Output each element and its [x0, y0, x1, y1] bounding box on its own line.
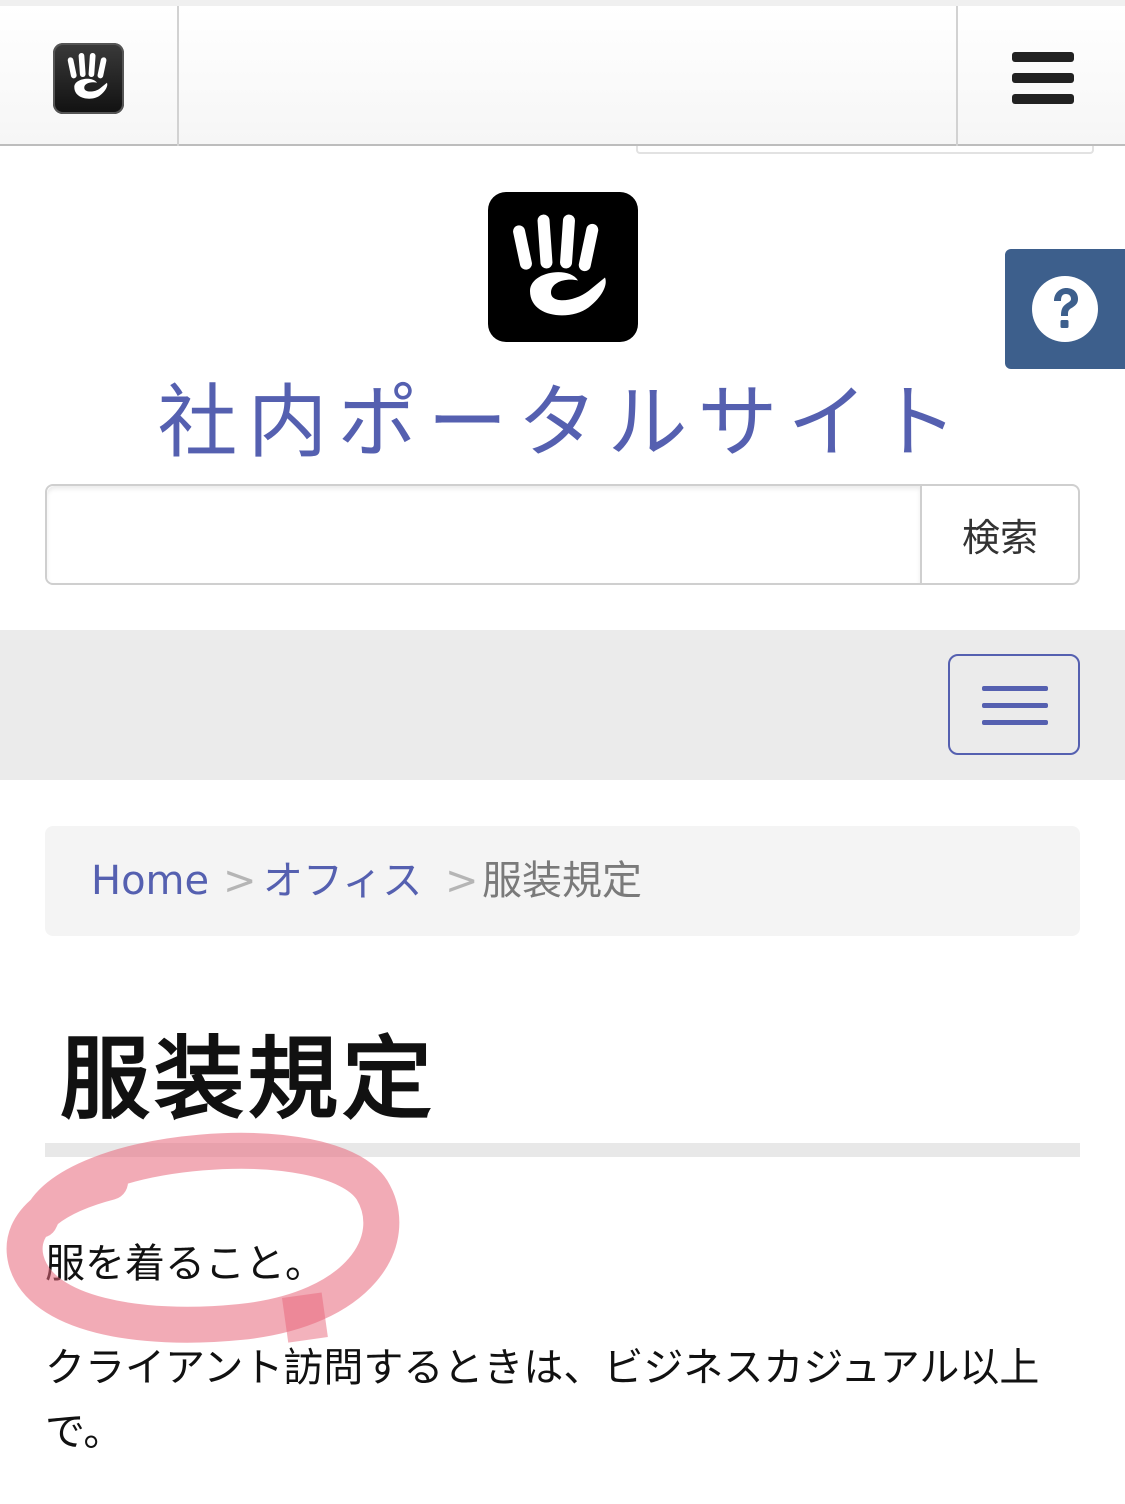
toolbar-logo-cell — [0, 6, 179, 146]
search-input[interactable] — [47, 486, 920, 583]
breadcrumb-separator: > — [223, 858, 257, 904]
title-divider — [45, 1143, 1080, 1157]
concrete5-hand-icon — [513, 214, 606, 316]
nav-toggle-button[interactable] — [948, 654, 1080, 755]
breadcrumb-current: 服装規定 — [482, 858, 642, 904]
help-button[interactable] — [1005, 249, 1125, 369]
content-paragraph: 服を着ること。 — [45, 1241, 325, 1287]
hamburger-icon[interactable] — [1012, 52, 1074, 104]
breadcrumb: Home > オフィス > 服装規定 — [45, 826, 1080, 936]
content-paragraph: クライアント訪問するときは、ビジネスカジュアル以上で。 — [45, 1345, 1040, 1455]
breadcrumb-home-link[interactable]: Home — [91, 856, 209, 906]
top-toolbar — [0, 0, 1125, 146]
search-button[interactable]: 検索 — [920, 486, 1078, 583]
breadcrumb-separator: > — [445, 858, 479, 904]
search-form: 検索 — [45, 484, 1080, 585]
breadcrumb-office-link[interactable]: オフィス — [263, 856, 422, 906]
hamburger-icon — [982, 686, 1048, 691]
toolbar-menu-cell — [956, 6, 1125, 146]
toolbar-shadow-tab — [636, 146, 1094, 154]
site-title[interactable]: 社内ポータルサイト — [0, 375, 1125, 471]
site-logo[interactable] — [488, 192, 638, 342]
question-circle-icon — [1032, 276, 1098, 342]
concrete5-hand-icon[interactable] — [53, 43, 124, 114]
navbar — [0, 630, 1125, 780]
page-title: 服装規定 — [60, 1027, 436, 1132]
